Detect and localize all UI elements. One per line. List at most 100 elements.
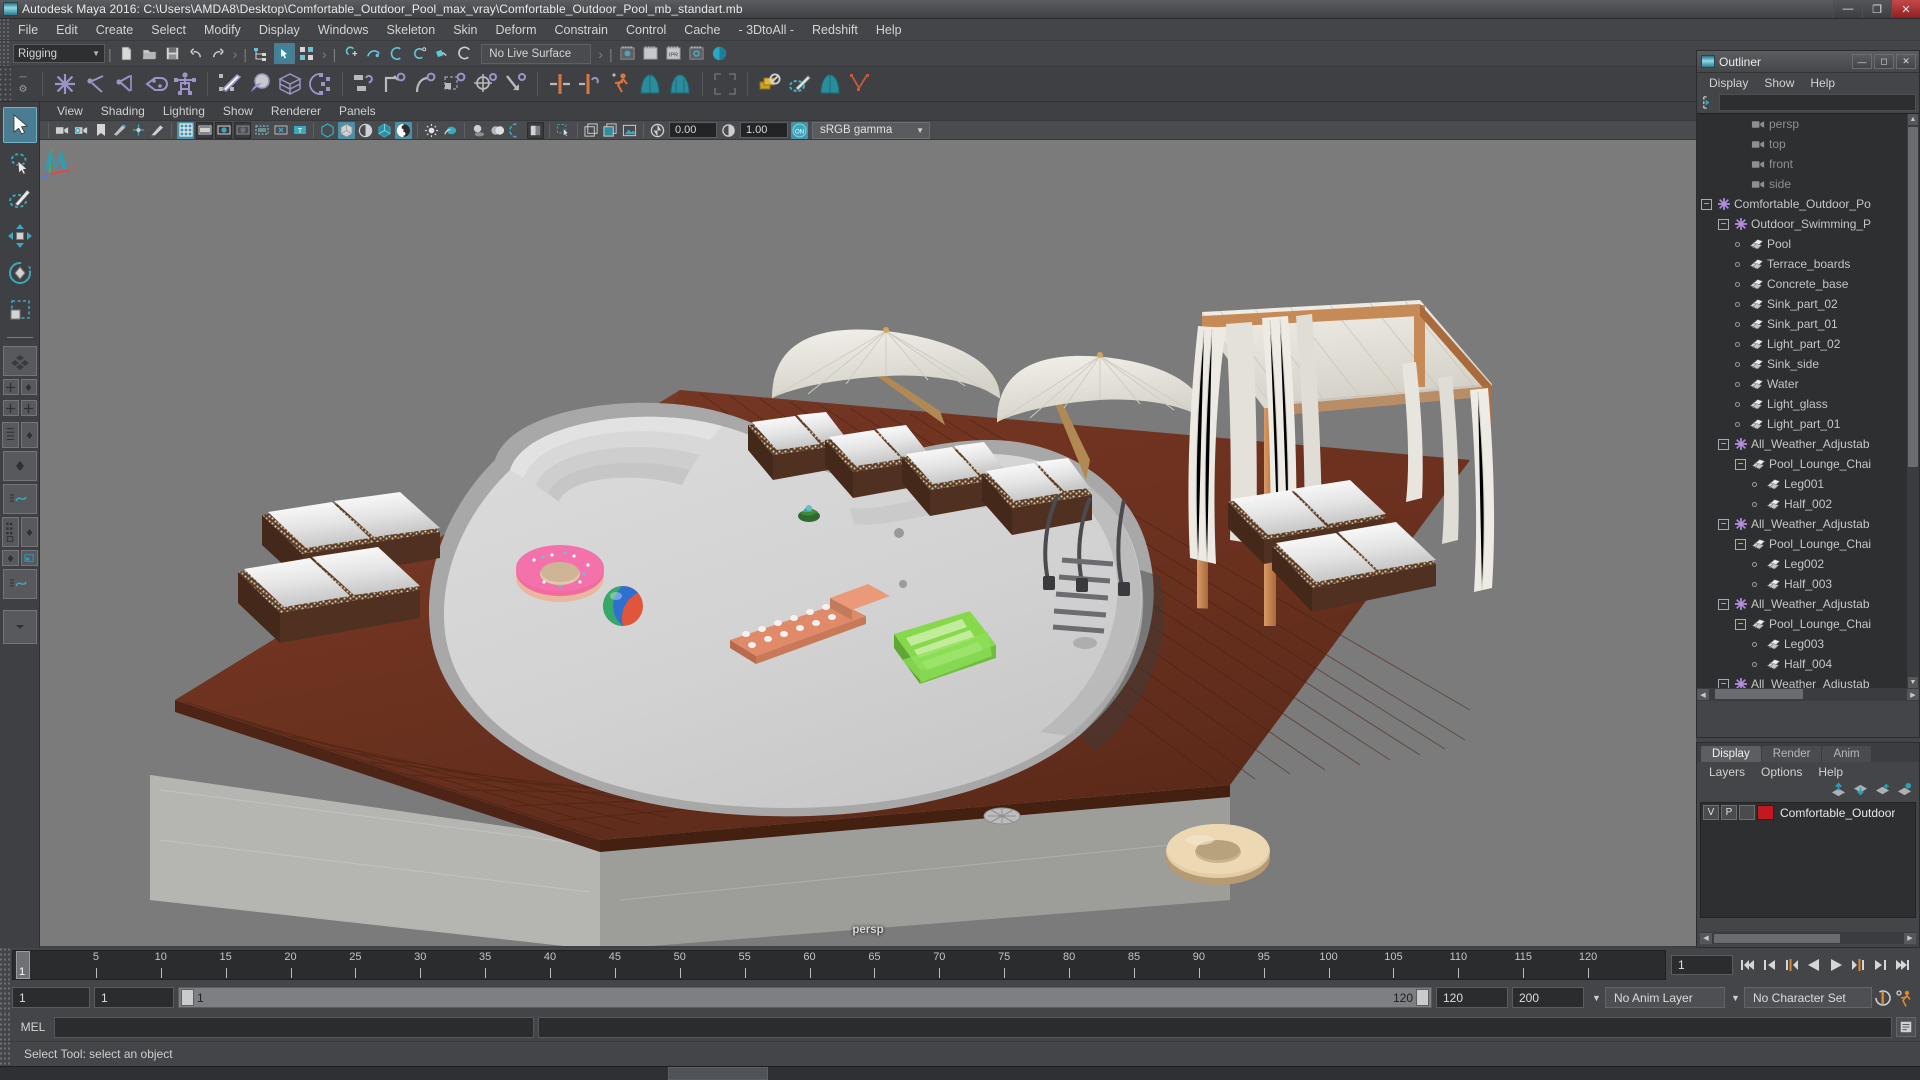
edit-deformer-button[interactable] [665,69,695,99]
layout-uv-editor-button[interactable] [20,550,38,566]
outliner-row[interactable]: Half_004 [1697,654,1907,674]
menubar-grip[interactable] [0,19,9,40]
hardware-texturing-icon[interactable] [621,122,638,139]
menu-3dtoall[interactable]: - 3DtoAll - [729,21,803,39]
range-handle-left[interactable] [181,989,194,1006]
outliner-scroll-up-icon[interactable]: ▲ [1908,114,1918,125]
range-handle-right[interactable] [1416,989,1429,1006]
paint-select-tool-button[interactable] [3,181,37,217]
snap-to-point-button[interactable] [386,43,407,64]
go-to-end-icon[interactable] [1892,955,1912,975]
layer-color-swatch[interactable] [1757,805,1774,820]
snap-to-grid-button[interactable] [340,43,361,64]
live-surface-field[interactable]: No Live Surface [481,43,592,64]
outliner-row[interactable]: Light_part_01 [1697,414,1907,434]
outliner-sync-icon[interactable] [1700,94,1717,111]
auto-keyframe-toggle-icon[interactable] [1874,988,1894,1008]
anti-alias-icon[interactable] [508,122,525,139]
layout-persp-outliner-button[interactable] [2,379,19,395]
outliner-expander-collapse-icon[interactable]: − [1718,518,1729,530]
play-backwards-icon[interactable] [1804,955,1824,975]
wireframe-shading-icon[interactable] [319,122,336,139]
viewport-menu-panels[interactable]: Panels [330,104,385,118]
twopoint-manipulator-icon[interactable] [130,122,147,139]
aim-constraint-button[interactable] [470,69,500,99]
menu-display[interactable]: Display [250,21,309,39]
outliner-scroll-thumb[interactable] [1908,127,1918,467]
outliner-hscroll-right-icon[interactable]: ▶ [1907,689,1919,700]
outliner-row[interactable]: Sink_part_01 [1697,314,1907,334]
outliner-expander-collapse-icon[interactable]: − [1735,458,1746,470]
layout-persp-graph-button[interactable] [20,379,37,395]
menu-modify[interactable]: Modify [195,21,250,39]
outliner-row[interactable]: persp [1697,114,1907,134]
script-editor-button[interactable] [1896,1017,1916,1037]
command-line-grip[interactable] [0,1013,12,1041]
tab-display[interactable]: Display [1701,746,1761,762]
outliner-row[interactable]: Half_002 [1697,494,1907,514]
viewport-menu-show[interactable]: Show [214,104,262,118]
menu-select[interactable]: Select [142,21,195,39]
menu-skin[interactable]: Skin [444,21,486,39]
menu-windows[interactable]: Windows [309,21,378,39]
viewport-menu-lighting[interactable]: Lighting [154,104,214,118]
redshift-render-button[interactable] [709,43,730,64]
create-deformer-button[interactable] [635,69,665,99]
outliner-row[interactable]: − Pool_Lounge_Chai [1697,614,1907,634]
maximize-button[interactable]: ❐ [1862,0,1891,18]
menu-set-selector[interactable]: Rigging ▼ [13,44,105,63]
grease-pencil-icon[interactable] [149,122,166,139]
layer-scroll-right-icon[interactable]: ▶ [1904,932,1916,944]
playback-range-slider[interactable]: 1 120 [178,987,1432,1008]
outliner-expander-collapse-icon[interactable]: − [1718,598,1729,610]
layout-more-button[interactable] [2,610,37,644]
render-settings-button[interactable] [686,43,707,64]
pole-vector-constraint-button[interactable] [500,69,530,99]
outliner-menu-display[interactable]: Display [1701,76,1756,90]
disable-deformer-button[interactable] [755,69,785,99]
gamma-icon[interactable] [720,122,737,139]
mirror-skin-weights-button[interactable] [575,69,605,99]
outliner-row[interactable]: − All_Weather_Adjustab [1697,434,1907,454]
snap-to-curve-button[interactable] [363,43,384,64]
outliner-row[interactable]: Water [1697,374,1907,394]
motion-blur-icon[interactable] [527,121,544,139]
close-button[interactable]: ✕ [1891,0,1920,18]
select-component-button[interactable] [297,43,318,64]
outliner-row[interactable]: − All_Weather_Adjustab [1697,594,1907,614]
outliner-search-input[interactable] [1719,94,1916,111]
select-object-button[interactable] [273,43,295,64]
outliner-row[interactable]: Light_glass [1697,394,1907,414]
snap-to-view-plane-button[interactable] [432,43,453,64]
orient-constraint-button[interactable] [410,69,440,99]
range-start-field[interactable]: 1 [94,987,174,1008]
layer-row[interactable]: V P Comfortable_Outdoor [1701,803,1915,822]
status-line-grip[interactable] [0,41,9,66]
outliner-hscroll-left-icon[interactable]: ◀ [1697,689,1709,700]
film-gate-icon[interactable] [196,121,213,139]
outliner-expander-collapse-icon[interactable]: − [1718,218,1729,230]
parent-constraint-button[interactable] [350,69,380,99]
outliner-row[interactable]: Half_003 [1697,574,1907,594]
new-scene-button[interactable] [116,43,137,64]
mirror-joint-button[interactable] [545,69,575,99]
save-scene-button[interactable] [162,43,183,64]
layout-four-view-button[interactable] [2,400,19,416]
isolate-select-icon[interactable] [555,122,572,139]
layer-scroll-thumb[interactable] [1714,933,1840,943]
ipr-render-button[interactable]: IPR [663,43,684,64]
scale-tool-button[interactable] [3,292,37,328]
outliner-row[interactable]: side [1697,174,1907,194]
color-management-selector[interactable]: sRGB gamma ▼ [812,121,930,139]
layout-two-panes-button[interactable] [20,400,37,416]
layer-scroll-left-icon[interactable]: ◀ [1700,932,1712,944]
quick-rig-button[interactable] [170,69,200,99]
menu-control[interactable]: Control [617,21,675,39]
wireframe-on-shaded-icon[interactable] [376,122,393,139]
outliner-minimize-button[interactable]: — [1852,54,1872,69]
use-all-lights-icon[interactable] [442,122,459,139]
select-tool-button[interactable] [2,107,37,143]
ik-spline-handle-button[interactable] [110,69,140,99]
use-default-lighting-icon[interactable] [423,122,440,139]
anim-start-field[interactable]: 1 [12,987,90,1008]
